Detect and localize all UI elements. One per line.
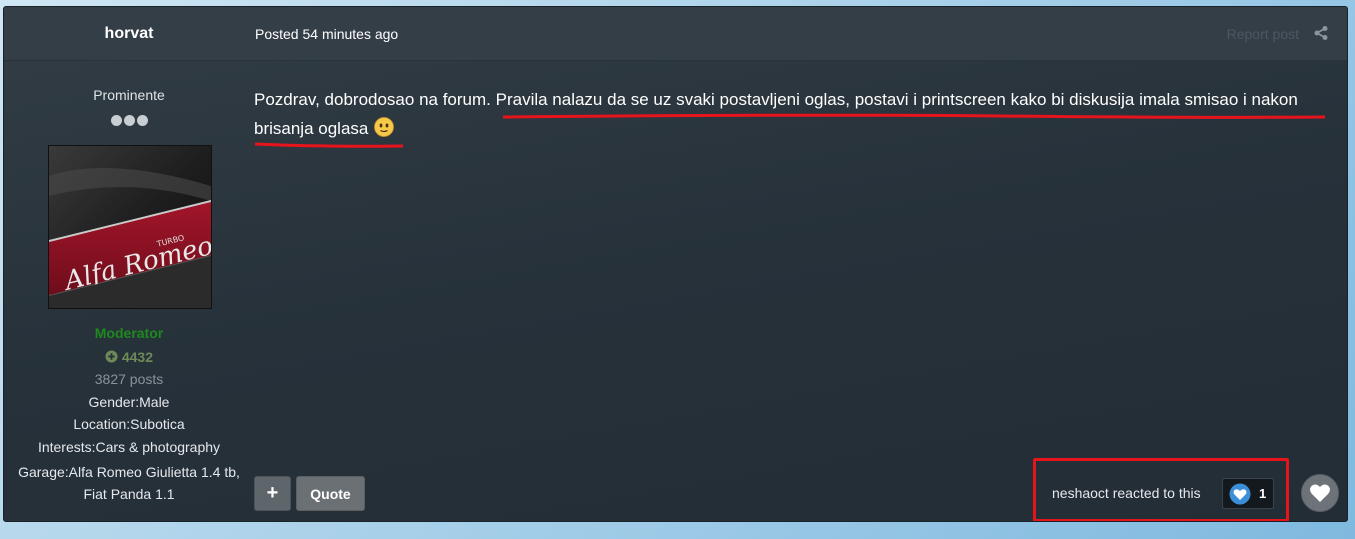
heart-icon xyxy=(1310,484,1330,502)
react-button[interactable] xyxy=(1301,474,1339,512)
forum-post: horvat Posted 54 minutes ago Report post… xyxy=(3,6,1348,522)
rank-title: Prominente xyxy=(93,87,165,103)
report-post-link[interactable]: Report post xyxy=(1227,7,1299,60)
plus-circle-icon xyxy=(105,350,118,363)
avatar[interactable]: Alfa Romeo TURBO xyxy=(48,145,212,309)
garage-field: Garage:Alfa Romeo Giulietta 1.4 tb, Fiat… xyxy=(18,464,240,502)
gender-field: Gender:Male xyxy=(88,394,170,410)
reputation-badge: 4432 xyxy=(4,349,254,365)
reaction-count: 1 xyxy=(1259,486,1267,501)
user-role: Moderator xyxy=(94,325,164,341)
location-field: Location:Subotica xyxy=(73,416,185,432)
smiley-icon xyxy=(374,117,395,137)
quote-button[interactable]: Quote xyxy=(296,476,365,511)
heart-icon xyxy=(1229,483,1251,504)
share-icon[interactable] xyxy=(1313,25,1329,41)
post-intro-text: Pozdrav, dobrodosao na forum. xyxy=(254,90,496,109)
red-underline-annotation xyxy=(502,113,1326,119)
author-sidebar: Prominente Alfa Romeo TURBO Moderator 44… xyxy=(4,61,254,521)
interests-field: Interests:Cars & photography xyxy=(37,439,221,455)
rank-pips xyxy=(109,113,149,126)
reaction-summary[interactable]: 1 xyxy=(1222,478,1274,509)
reputation-count: 4432 xyxy=(121,349,154,365)
post-count: 3827 posts xyxy=(94,371,164,387)
reacted-by-text[interactable]: neshaoct reacted to this xyxy=(1052,485,1201,501)
post-header: horvat Posted 54 minutes ago Report post xyxy=(4,7,1347,61)
avatar-image: Alfa Romeo TURBO xyxy=(49,146,211,308)
author-name[interactable]: horvat xyxy=(4,7,254,60)
red-underline-annotation xyxy=(254,142,404,148)
post-date[interactable]: Posted 54 minutes ago xyxy=(255,7,398,60)
multiquote-button[interactable]: + xyxy=(254,476,291,511)
